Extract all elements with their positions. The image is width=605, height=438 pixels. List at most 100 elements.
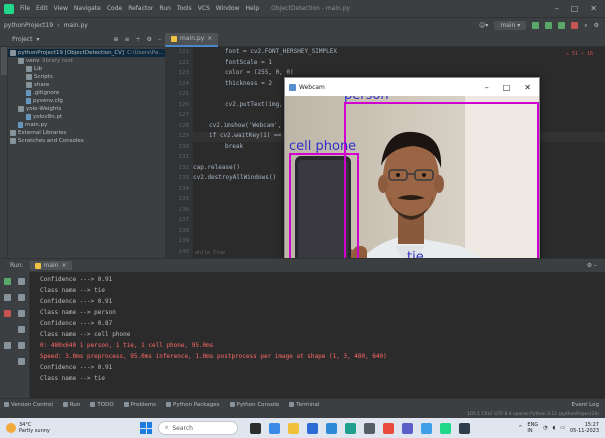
code-line[interactable]: fontScale = 1 xyxy=(225,58,272,68)
tree-item[interactable]: Scripts xyxy=(8,73,165,81)
project-tool-window-tab[interactable] xyxy=(1,47,7,75)
tree-item[interactable]: Scratches and Consoles xyxy=(8,137,165,145)
webcam-title-bar[interactable]: Webcam – □ ✕ xyxy=(285,78,539,96)
code-line[interactable]: cv2.destroyAllWindows() xyxy=(193,173,276,183)
project-panel-title[interactable]: Project xyxy=(12,36,33,43)
rerun-icon[interactable] xyxy=(4,278,11,285)
tool-tab-version-control[interactable]: Version Control xyxy=(4,402,53,408)
menu-item-help[interactable]: Help xyxy=(245,5,259,12)
webcam-close-icon[interactable]: ✕ xyxy=(524,83,531,92)
modify-run-config-icon[interactable] xyxy=(4,294,11,301)
photos-icon[interactable] xyxy=(421,422,432,434)
menu-item-run[interactable]: Run xyxy=(159,5,171,12)
wifi-icon[interactable]: ◔ xyxy=(543,425,547,431)
tool-tab-python-console[interactable]: Python Console xyxy=(229,402,279,408)
scroll-to-end-icon[interactable] xyxy=(18,326,25,333)
locate-icon[interactable]: ⊕ xyxy=(114,36,119,43)
mail-icon[interactable] xyxy=(326,422,337,434)
tree-item[interactable]: pythonProject19 [ObjectDetection_CV] C:\U… xyxy=(8,49,165,57)
code-line[interactable]: cap.release() xyxy=(193,163,240,173)
inspection-warnings[interactable]: ⚠ 51 ✓ 16 xyxy=(566,51,593,57)
status-info[interactable]: 105:1 CRLF UTF-8 4 spaces Python 3.11 (p… xyxy=(467,412,599,417)
tray-clock[interactable]: 15:27 05-11-2023 xyxy=(570,422,599,434)
close-icon[interactable]: ✕ xyxy=(590,4,597,13)
menu-item-file[interactable]: File xyxy=(20,5,30,12)
menu-item-navigate[interactable]: Navigate xyxy=(74,5,101,12)
coverage-icon[interactable] xyxy=(558,22,566,29)
clear-all-icon[interactable] xyxy=(18,358,25,365)
scroll-up-icon[interactable] xyxy=(18,278,25,285)
run-console-output[interactable]: Confidence ---> 0.91 Class name --> tie Co… xyxy=(30,272,605,398)
run-config-select[interactable]: main ▾ xyxy=(494,21,527,30)
taskbar-search[interactable]: ⌕ Search xyxy=(158,421,238,435)
teams-icon[interactable] xyxy=(402,422,413,434)
webcam-minimize-icon[interactable]: – xyxy=(485,83,489,92)
menu-item-tools[interactable]: Tools xyxy=(177,5,192,12)
windows-start-icon[interactable] xyxy=(140,422,152,434)
close-run-tab-icon[interactable]: × xyxy=(62,262,67,269)
tree-item[interactable]: yolo-Weights xyxy=(8,105,165,113)
camera-app-icon[interactable] xyxy=(459,422,470,434)
tree-item[interactable]: Lib xyxy=(8,65,165,73)
run-settings-icon[interactable]: ⚙ – xyxy=(587,262,605,269)
tree-item[interactable]: share xyxy=(8,81,165,89)
print-icon[interactable] xyxy=(18,342,25,349)
tool-tab-problems[interactable]: Problems xyxy=(123,402,156,408)
widgets-icon[interactable] xyxy=(269,422,280,434)
pin-tab-icon[interactable] xyxy=(4,342,11,349)
breadcrumb-file[interactable]: main.py xyxy=(64,22,88,29)
chevron-down-icon[interactable]: ▾ xyxy=(37,36,40,43)
tray-chevron-icon[interactable]: ^ xyxy=(518,425,522,431)
webcam-maximize-icon[interactable]: □ xyxy=(503,83,511,92)
tool-tab-terminal[interactable]: Terminal xyxy=(289,402,319,408)
tree-item[interactable]: yolov8n.pt xyxy=(8,113,165,121)
store-icon[interactable] xyxy=(307,422,318,434)
stop-icon[interactable] xyxy=(571,22,579,29)
menu-item-code[interactable]: Code xyxy=(107,5,122,12)
stop-run-icon[interactable] xyxy=(4,310,11,317)
panel-settings-icon[interactable]: ⚙ xyxy=(147,36,152,43)
menu-item-view[interactable]: View xyxy=(54,5,68,12)
expand-icon[interactable]: ÷ xyxy=(136,36,141,43)
breadcrumb-project[interactable]: pythonProject19 xyxy=(4,22,53,29)
collapse-icon[interactable]: ≡ xyxy=(125,36,130,43)
tree-item[interactable]: main.py xyxy=(8,121,165,129)
minimize-icon[interactable]: – xyxy=(555,4,559,13)
weather-widget[interactable]: 34°C Partly sunny xyxy=(0,422,140,434)
event-log-tab[interactable]: Event Log xyxy=(572,402,605,408)
user-icon[interactable]: ☺▾ xyxy=(479,22,488,29)
maximize-icon[interactable]: □ xyxy=(571,4,579,13)
search-icon[interactable]: ⌕ xyxy=(584,22,587,30)
run-icon[interactable] xyxy=(532,22,540,29)
volume-icon[interactable]: ◖ xyxy=(553,425,556,431)
menu-item-vcs[interactable]: VCS xyxy=(198,5,210,12)
chrome-icon[interactable] xyxy=(383,422,394,434)
tree-item[interactable]: External Libraries xyxy=(8,129,165,137)
close-tab-icon[interactable]: × xyxy=(207,35,212,42)
soft-wrap-icon[interactable] xyxy=(18,310,25,317)
run-tab-main[interactable]: main × xyxy=(29,261,72,270)
tree-item[interactable]: pyvenv.cfg xyxy=(8,97,165,105)
file-explorer-icon[interactable] xyxy=(288,422,299,434)
code-line[interactable]: thickness = 2 xyxy=(225,79,272,89)
menu-item-refactor[interactable]: Refactor xyxy=(128,5,153,12)
settings-gear-icon[interactable]: ⚙ xyxy=(594,22,599,29)
debug-icon[interactable] xyxy=(545,22,553,29)
battery-icon[interactable]: ▭ xyxy=(560,425,565,431)
code-line[interactable]: font = cv2.FONT_HERSHEY_SIMPLEX xyxy=(225,47,337,57)
pycharm-app-icon[interactable] xyxy=(440,422,451,434)
tab-main-py[interactable]: main.py × xyxy=(165,32,219,47)
hide-panel-icon[interactable]: – xyxy=(158,36,161,43)
tree-item[interactable]: .gitignore xyxy=(8,89,165,97)
edge-icon[interactable] xyxy=(345,422,356,434)
scroll-down-icon[interactable] xyxy=(18,294,25,301)
code-line[interactable]: break xyxy=(225,142,243,152)
menu-item-window[interactable]: Window xyxy=(216,5,240,12)
tree-item[interactable]: venv library root xyxy=(8,57,165,65)
tray-lang[interactable]: ENG IN xyxy=(527,422,538,434)
menu-item-edit[interactable]: Edit xyxy=(36,5,48,12)
settings-app-icon[interactable] xyxy=(364,422,375,434)
task-view-icon[interactable] xyxy=(250,422,261,434)
tool-tab-todo[interactable]: TODO xyxy=(90,402,114,408)
tool-tab-python-packages[interactable]: Python Packages xyxy=(166,402,220,408)
